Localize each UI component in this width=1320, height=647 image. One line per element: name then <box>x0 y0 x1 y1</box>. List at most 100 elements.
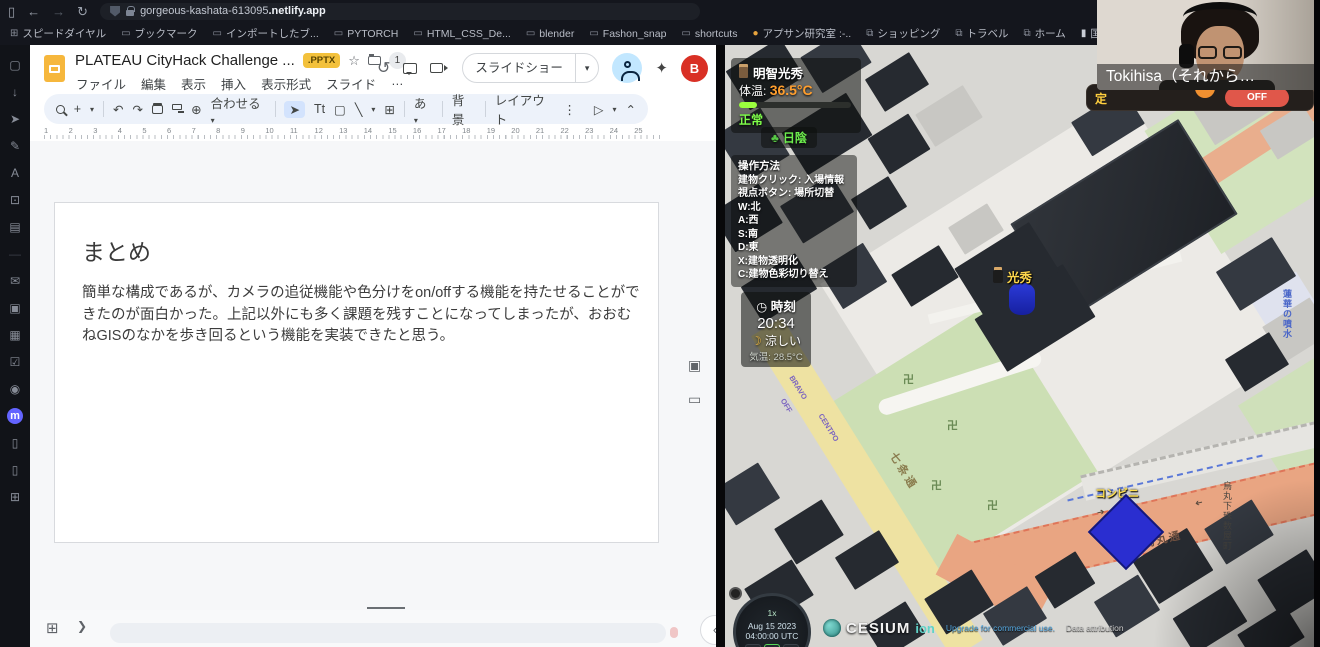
shade-button[interactable]: ♣日陰 <box>761 127 817 148</box>
bookmark-item[interactable]: ▭shortcuts <box>681 28 737 40</box>
address-bar[interactable]: gorgeous-kashata-613095.netlify.app <box>100 3 700 20</box>
line-button[interactable]: ╲ <box>355 102 363 117</box>
side-panel-icon[interactable]: ▣ <box>688 357 701 374</box>
bookmark-folder-icon: ⧉ <box>866 28 873 39</box>
bookmark-item[interactable]: ▭ブックマーク <box>121 26 197 41</box>
slideshow-caret[interactable]: ▾ <box>575 54 599 82</box>
side-rail-icon[interactable]: ▦ <box>7 327 23 343</box>
menu-item[interactable]: 表示 <box>181 74 206 93</box>
notes-resize-handle[interactable] <box>367 607 405 609</box>
print-button[interactable] <box>152 105 164 114</box>
moon-icon: ☽ <box>751 334 762 348</box>
chevron-down-icon[interactable]: ▾ <box>371 105 375 114</box>
chevron-down-icon[interactable]: ▾ <box>90 105 94 114</box>
zoom-fit-dropdown[interactable]: 合わせる ▾ <box>211 93 266 126</box>
side-panel-icon[interactable]: ▭ <box>688 391 701 408</box>
speaker-notes-bar[interactable] <box>110 623 666 643</box>
meet-camera-icon[interactable] <box>430 63 443 73</box>
data-attribution-link[interactable]: Data attribution <box>1066 623 1124 633</box>
share-button[interactable] <box>612 53 642 83</box>
menu-item[interactable]: スライド <box>326 74 376 93</box>
kana-dropdown[interactable]: あ ▾ <box>414 93 433 126</box>
zoom-button[interactable]: ⊕ <box>191 102 201 117</box>
character-status-panel: 明智光秀 体温: 36.5°C 正常 <box>731 58 861 133</box>
notes-scroll-thumb[interactable] <box>670 627 678 638</box>
bookmark-item[interactable]: ⧉トラベル <box>955 26 1008 41</box>
menu-item[interactable]: 表示形式 <box>261 74 311 93</box>
bookmark-item[interactable]: ▭HTML_CSS_De... <box>413 28 510 40</box>
bookmark-item[interactable]: ▭Fashon_snap <box>589 28 666 40</box>
menu-item[interactable]: 編集 <box>141 74 166 93</box>
undo-button[interactable]: ↶ <box>113 102 123 117</box>
side-rail-icon[interactable]: ☑ <box>7 354 23 370</box>
side-rail-icon[interactable]: ▤ <box>7 219 23 235</box>
cesium-brand-text: CESIUM <box>846 620 910 637</box>
ruler-number: 10 <box>265 126 290 135</box>
side-rail-icon[interactable]: ⊞ <box>7 489 23 505</box>
account-avatar[interactable]: B <box>681 55 708 82</box>
chevron-down-icon[interactable]: ▾ <box>613 105 617 114</box>
comments-icon[interactable] <box>403 63 417 74</box>
side-rail-icon[interactable]: ▯ <box>7 462 23 478</box>
bookmark-item[interactable]: ●アプサン研究室 :-.. <box>752 26 851 41</box>
cesium-map-view[interactable]: 七条通 烏丸通 ➔ ➔ 烏丸下珠数屋町 蓮華の噴水 BRAVO OFF CENT… <box>725 45 1320 647</box>
document-title[interactable]: PLATEAU CityHack Challenge ... <box>75 52 295 69</box>
slides-logo-icon[interactable] <box>44 55 65 82</box>
layout-button[interactable]: レイアウト <box>495 90 555 128</box>
side-rail-icon[interactable]: ◉ <box>7 381 23 397</box>
slideshow-button[interactable]: スライドショー ▾ <box>462 53 599 83</box>
side-rail-icon[interactable]: ✉ <box>7 273 23 289</box>
back-button[interactable]: ← <box>27 5 40 18</box>
text-box-button[interactable]: Tt <box>314 102 325 116</box>
expand-filmstrip-icon[interactable]: ❯ <box>77 619 87 633</box>
off-button[interactable]: OFF <box>1225 88 1289 107</box>
side-rail-icon[interactable]: m <box>7 408 23 424</box>
url-text[interactable]: gorgeous-kashata-613095.netlify.app <box>140 5 326 17</box>
side-rail-icon[interactable]: ✎ <box>7 138 23 154</box>
search-icon[interactable] <box>56 105 65 114</box>
side-rail-icon[interactable]: ⊡ <box>7 192 23 208</box>
bookmark-item[interactable]: ⊞スピードダイヤル <box>10 26 106 41</box>
slide-title[interactable]: まとめ <box>82 233 151 267</box>
screen-edge-strip <box>1314 0 1320 647</box>
slide-page[interactable]: まとめ 簡単な構成であるが、カメラの追従機能や色分けをon/offする機能を持た… <box>55 203 658 542</box>
select-cursor-button[interactable]: ➤ <box>284 101 304 118</box>
grid-view-icon[interactable]: ⊞ <box>46 619 59 637</box>
side-rail-icon[interactable]: ↓ <box>7 84 23 100</box>
bookmark-item[interactable]: ▭インポートしたブ... <box>213 26 319 41</box>
slide-body-text[interactable]: 簡単な構成であるが、カメラの追従機能や色分けをon/offする機能を持たせること… <box>82 283 640 348</box>
side-rail-icon[interactable]: ▯ <box>7 435 23 451</box>
insert-plus-button[interactable]: + <box>74 102 81 116</box>
insert-image-button[interactable]: ⊞ <box>384 102 394 117</box>
bookmark-item[interactable]: ▭PYTORCH <box>334 28 399 40</box>
more-options-button[interactable]: ⋮ <box>563 102 576 117</box>
bookmark-item[interactable]: ⧉ショッピング <box>866 26 940 41</box>
upgrade-link[interactable]: Upgrade for commercial use. <box>946 623 1055 633</box>
star-icon[interactable]: ☆ <box>348 53 360 69</box>
version-history-icon[interactable]: ↺ <box>377 58 390 78</box>
menu-item[interactable]: 挿入 <box>221 74 246 93</box>
forward-button[interactable]: → <box>52 5 65 18</box>
menu-item[interactable]: ファイル <box>76 74 126 93</box>
bookmark-item[interactable]: ▭blender <box>526 28 574 40</box>
side-rail-icon[interactable]: ▢ <box>7 57 23 73</box>
character-position-cylinder[interactable] <box>1009 283 1035 315</box>
side-rail-icon[interactable]: — <box>7 246 23 262</box>
side-rail-icon[interactable]: ➤ <box>7 111 23 127</box>
shape-button[interactable]: ▢ <box>334 102 346 117</box>
pptx-badge: .PPTX <box>303 53 340 68</box>
redo-button[interactable]: ↷ <box>132 102 142 117</box>
tab-overview-icon[interactable]: ▯ <box>8 5 15 18</box>
bookmark-item[interactable]: ⧉ホーム <box>1023 26 1065 41</box>
side-rail-icon[interactable]: ▣ <box>7 300 23 316</box>
paint-format-button[interactable] <box>172 104 182 110</box>
gemini-icon[interactable]: ✦ <box>655 59 668 77</box>
character-marker[interactable]: 光秀 <box>993 267 1032 286</box>
collapse-toolbar-button[interactable]: ⌃ <box>626 102 636 117</box>
background-button[interactable]: 背景 <box>452 90 476 128</box>
pen-mode-button[interactable]: ▷ <box>594 102 604 117</box>
cesium-help-circle[interactable] <box>729 587 742 600</box>
slide-canvas[interactable]: まとめ 簡単な構成であるが、カメラの追従機能や色分けをon/offする機能を持た… <box>30 141 716 610</box>
reload-button[interactable]: ↻ <box>77 5 88 18</box>
side-rail-icon[interactable]: A <box>7 165 23 181</box>
